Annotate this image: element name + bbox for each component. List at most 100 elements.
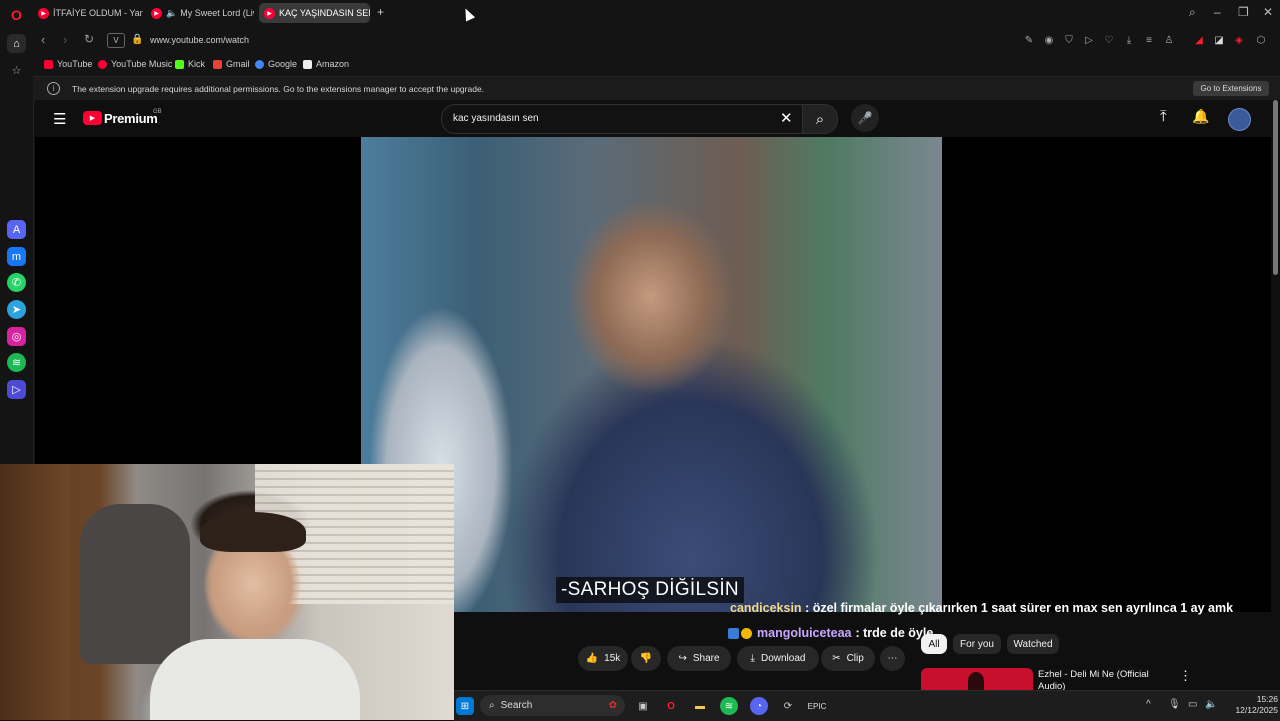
volume-icon[interactable]: 🔈 [1205, 699, 1217, 710]
search-text: kac yasındasın sen [453, 113, 539, 124]
extensions-icon[interactable]: ⬡ [1255, 34, 1267, 46]
network-icon[interactable]: ▭ [1188, 699, 1197, 710]
bookmark-kick[interactable]: Kick [175, 59, 205, 69]
forward-icon[interactable]: › [63, 32, 67, 47]
tab-2[interactable]: ▶ 🔈 My Sweet Lord (Live) [146, 3, 254, 23]
extension-2-icon[interactable]: ◪ [1213, 34, 1225, 46]
clock-time: 15:26 [1256, 694, 1278, 704]
hamburger-menu-icon[interactable]: ☰ [53, 110, 66, 128]
download-button[interactable]: ⤓ Download [737, 646, 819, 671]
microphone-icon[interactable]: 🎙 [1168, 699, 1181, 710]
search-highlight-icon: ✿ [608, 700, 617, 711]
edit-icon[interactable]: ✎ [1023, 34, 1035, 46]
streamer-hair [200, 512, 306, 552]
home-icon[interactable]: ⌂ [7, 34, 26, 53]
extension-1-icon[interactable]: ◢ [1193, 34, 1205, 46]
clear-search-icon[interactable]: ✕ [780, 109, 793, 127]
telegram-icon[interactable]: ➤ [7, 300, 26, 319]
info-message: The extension upgrade requires additiona… [72, 84, 485, 94]
opera-logo-icon[interactable]: O [8, 6, 25, 23]
bookmark-label: Kick [188, 59, 206, 69]
profile-icon[interactable]: ♙ [1163, 34, 1175, 46]
tab-label: KAÇ YAŞINDASIN SEN? - [279, 8, 370, 18]
youtube-icon [44, 59, 53, 69]
discord-icon[interactable]: ◔ [750, 697, 768, 715]
epic-games-icon[interactable]: EPIC [808, 697, 827, 715]
camera-icon[interactable]: ◉ [1043, 34, 1055, 46]
speaker-icon[interactable]: 🔈 [166, 8, 177, 19]
new-tab-icon[interactable]: + [377, 5, 384, 19]
thumbnail-figure [968, 672, 984, 690]
chip-watched[interactable]: Watched [1007, 634, 1059, 654]
app-icon[interactable]: ⟳ [779, 697, 797, 715]
recommended-title-line: Ezhel - Deli Mi Ne (Official [1038, 669, 1149, 680]
avatar[interactable] [1228, 108, 1251, 131]
opera-taskbar-icon[interactable]: O [662, 697, 680, 715]
search-tabs-icon[interactable]: ⌕ [1189, 5, 1196, 20]
tab-1[interactable]: ▶ İTFAİYE OLDUM - Yanan v [33, 3, 143, 23]
bookmark-gmail[interactable]: Gmail [213, 59, 250, 69]
download-icon[interactable]: ⤓ [1123, 34, 1135, 46]
more-actions-button[interactable]: ⋯ [880, 646, 905, 671]
recommended-menu-icon[interactable]: ⋮ [1179, 668, 1192, 684]
whatsapp-icon[interactable]: ✆ [7, 273, 26, 292]
reload-icon[interactable]: ↻ [84, 32, 94, 46]
upload-icon[interactable]: ⤒ [1160, 108, 1167, 125]
file-explorer-icon[interactable]: ▬ [691, 697, 709, 715]
restore-icon[interactable]: ❐ [1238, 5, 1249, 19]
menu-icon[interactable]: ≡ [1143, 34, 1155, 46]
pinboard-icon[interactable]: ☆ [7, 61, 26, 80]
tray-chevron-icon[interactable]: ^ [1146, 699, 1151, 710]
bookmark-youtube-music[interactable]: YouTube Music [98, 59, 172, 69]
scrollbar[interactable] [1271, 100, 1280, 690]
voice-search-icon[interactable]: 🎤 [851, 104, 879, 132]
share-label: Share [692, 653, 720, 664]
share-icon: ↪ [678, 653, 687, 664]
task-view-icon[interactable]: ▣ [634, 697, 652, 715]
bookmark-label: Gmail [226, 59, 250, 69]
thumbs-up-icon: 👍 [585, 653, 599, 664]
messenger-icon[interactable]: m [7, 247, 26, 266]
play-icon[interactable]: ▷ [1083, 34, 1095, 46]
close-window-icon[interactable]: ✕ [1263, 5, 1273, 19]
instagram-icon[interactable]: ◎ [7, 327, 26, 346]
go-to-extensions-button[interactable]: Go to Extensions [1193, 81, 1269, 96]
scrollbar-thumb[interactable] [1273, 100, 1278, 275]
bookmark-amazon[interactable]: Amazon [303, 59, 349, 69]
vpn-badge[interactable]: V [107, 33, 125, 48]
back-icon[interactable]: ‹ [41, 32, 45, 47]
bookmark-youtube[interactable]: YouTube [44, 59, 92, 69]
recommended-thumbnail[interactable] [921, 668, 1033, 690]
notifications-bell-icon[interactable]: 🔔 [1192, 108, 1209, 125]
aria-icon[interactable]: A [7, 220, 26, 239]
taskbar-search[interactable]: ⌕ Search ✿ [480, 695, 625, 716]
youtube-premium-logo[interactable]: Premium [104, 111, 158, 126]
streamer-shirt [150, 639, 360, 720]
minimize-icon[interactable]: – [1214, 5, 1221, 19]
gaming-chair [80, 504, 190, 664]
lock-icon[interactable]: 🔒 [131, 34, 143, 45]
like-button[interactable]: 👍 15k [578, 646, 628, 671]
dislike-button[interactable]: 👎 [631, 646, 661, 671]
chip-for-you[interactable]: For you [953, 634, 1001, 654]
search-input[interactable]: kac yasındasın sen ✕ [441, 104, 803, 134]
clip-button[interactable]: ✂ Clip [821, 646, 875, 671]
spotify-taskbar-icon[interactable]: ≋ [720, 697, 738, 715]
clock[interactable]: 15:26 12/12/2025 [1224, 694, 1278, 716]
heart-icon[interactable]: ♡ [1103, 34, 1115, 46]
video-subtitle: -SARHOŞ DİĞİLSİN [556, 577, 744, 603]
tab-3-active[interactable]: ▶ KAÇ YAŞINDASIN SEN? - [259, 3, 370, 23]
windows-start-icon[interactable]: ⊞ [456, 697, 474, 715]
bookmark-google[interactable]: Google [255, 59, 297, 69]
youtube-logo-icon[interactable]: ▶ [83, 111, 102, 125]
url-field[interactable]: www.youtube.com/watch [150, 35, 249, 45]
player-icon[interactable]: ▷ [7, 380, 26, 399]
share-button[interactable]: ↪ Share [667, 646, 731, 671]
shield-icon[interactable]: ⛉ [1063, 34, 1075, 46]
extension-3-icon[interactable]: ◈ [1233, 34, 1245, 46]
tab-label: İTFAİYE OLDUM - Yanan v [53, 8, 143, 18]
info-icon: i [47, 82, 60, 95]
chip-all[interactable]: All [921, 634, 947, 654]
search-button-icon[interactable]: ⌕ [802, 104, 838, 134]
spotify-icon[interactable]: ≋ [7, 353, 26, 372]
